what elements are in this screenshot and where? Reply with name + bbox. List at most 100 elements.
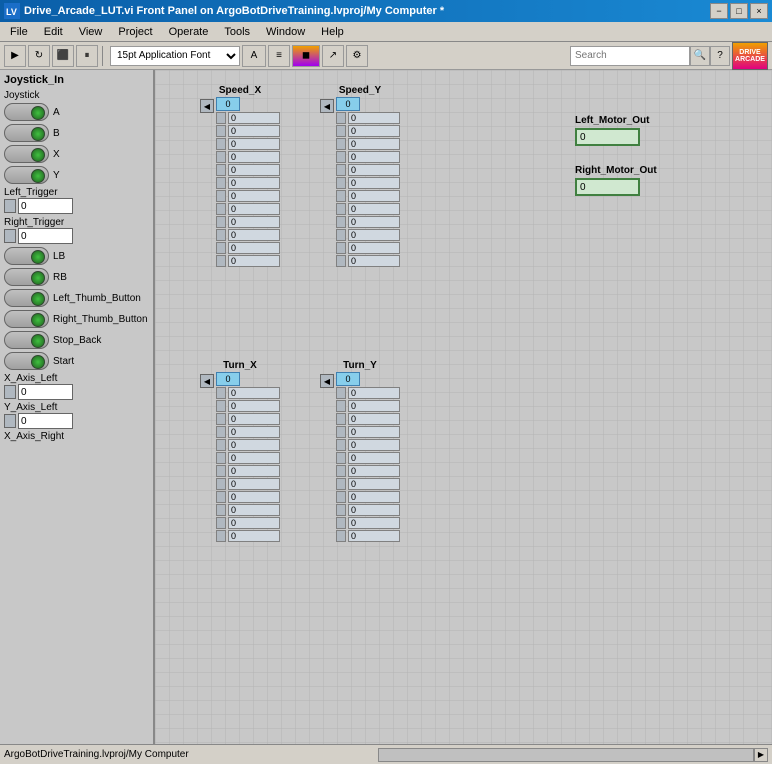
array-cell-value[interactable]: 0 bbox=[348, 491, 400, 503]
toggle-left-thumb[interactable] bbox=[4, 289, 49, 307]
toggle-right-thumb[interactable] bbox=[4, 310, 49, 328]
array-cell-value[interactable]: 0 bbox=[228, 190, 280, 202]
array-cell-value[interactable]: 0 bbox=[228, 413, 280, 425]
array-cell-value[interactable]: 0 bbox=[228, 177, 280, 189]
speed-x-scroll-left[interactable]: ◀ bbox=[200, 99, 214, 113]
array-cell-value[interactable]: 0 bbox=[228, 491, 280, 503]
array-cell-value[interactable]: 0 bbox=[228, 164, 280, 176]
run-continuously-btn[interactable]: ↻ bbox=[28, 45, 50, 67]
menu-help[interactable]: Help bbox=[313, 24, 352, 40]
toggle-start[interactable] bbox=[4, 352, 49, 370]
array-cell-value[interactable]: 0 bbox=[228, 478, 280, 490]
maximize-button[interactable]: □ bbox=[730, 3, 748, 19]
array-cell-value[interactable]: 0 bbox=[228, 439, 280, 451]
array-row-indicator bbox=[336, 530, 346, 542]
right-trigger-input[interactable] bbox=[18, 228, 73, 244]
menu-project[interactable]: Project bbox=[110, 24, 160, 40]
array-cell-value[interactable]: 0 bbox=[348, 177, 400, 189]
array-cell-value[interactable]: 0 bbox=[348, 138, 400, 150]
array-cell-value[interactable]: 0 bbox=[348, 413, 400, 425]
toggle-a[interactable] bbox=[4, 103, 49, 121]
array-cell-value[interactable]: 0 bbox=[348, 112, 400, 124]
minimize-button[interactable]: − bbox=[710, 3, 728, 19]
array-cell-value[interactable]: 0 bbox=[348, 151, 400, 163]
array-cell-value[interactable]: 0 bbox=[228, 203, 280, 215]
menu-edit[interactable]: Edit bbox=[36, 24, 71, 40]
help-button[interactable]: ? bbox=[710, 46, 730, 66]
array-cell-value[interactable]: 0 bbox=[348, 426, 400, 438]
text-size-btn[interactable]: A bbox=[242, 45, 266, 67]
array-cell-value[interactable]: 0 bbox=[228, 517, 280, 529]
toggle-x[interactable] bbox=[4, 145, 49, 163]
array-cell-value[interactable]: 0 bbox=[228, 504, 280, 516]
array-cell-value[interactable]: 0 bbox=[228, 112, 280, 124]
toggle-lb[interactable] bbox=[4, 247, 49, 265]
left-trigger-input[interactable] bbox=[18, 198, 73, 214]
list-item: 0 bbox=[216, 203, 280, 215]
run-arrow-btn[interactable]: ▶ bbox=[4, 45, 26, 67]
menu-operate[interactable]: Operate bbox=[161, 24, 217, 40]
scroll-right-btn[interactable]: ▶ bbox=[754, 748, 768, 762]
turn-x-scroll-left[interactable]: ◀ bbox=[200, 374, 214, 388]
left-trigger-label: Left_Trigger bbox=[4, 187, 149, 198]
array-row-indicator bbox=[336, 177, 346, 189]
array-cell-value[interactable]: 0 bbox=[348, 125, 400, 137]
array-cell-value[interactable]: 0 bbox=[228, 387, 280, 399]
color-btn[interactable]: ◼ bbox=[292, 45, 320, 67]
pause-btn[interactable]: ⏸ bbox=[76, 45, 98, 67]
route-btn[interactable]: ↗ bbox=[322, 45, 344, 67]
extra-btn[interactable]: ⚙ bbox=[346, 45, 368, 67]
search-input[interactable] bbox=[570, 46, 690, 66]
array-row-indicator bbox=[216, 439, 226, 451]
array-cell-value[interactable]: 0 bbox=[228, 255, 280, 267]
abort-btn[interactable]: ⬛ bbox=[52, 45, 74, 67]
array-cell-value[interactable]: 0 bbox=[348, 517, 400, 529]
array-cell-value[interactable]: 0 bbox=[348, 203, 400, 215]
menu-view[interactable]: View bbox=[71, 24, 111, 40]
menu-tools[interactable]: Tools bbox=[216, 24, 258, 40]
menu-file[interactable]: File bbox=[2, 24, 36, 40]
search-button[interactable]: 🔍 bbox=[690, 46, 710, 66]
close-button[interactable]: × bbox=[750, 3, 768, 19]
array-row-indicator bbox=[336, 400, 346, 412]
array-cell-value[interactable]: 0 bbox=[228, 530, 280, 542]
array-cell-value[interactable]: 0 bbox=[228, 229, 280, 241]
array-cell-value[interactable]: 0 bbox=[348, 164, 400, 176]
toggle-b[interactable] bbox=[4, 124, 49, 142]
left-motor-label: Left_Motor_Out bbox=[575, 115, 649, 126]
array-cell-value[interactable]: 0 bbox=[348, 478, 400, 490]
menu-window[interactable]: Window bbox=[258, 24, 313, 40]
array-cell-value[interactable]: 0 bbox=[228, 426, 280, 438]
array-cell-value[interactable]: 0 bbox=[348, 387, 400, 399]
toggle-stop-back[interactable] bbox=[4, 331, 49, 349]
array-cell-value[interactable]: 0 bbox=[348, 530, 400, 542]
array-cell-value[interactable]: 0 bbox=[228, 151, 280, 163]
array-cell-value[interactable]: 0 bbox=[348, 439, 400, 451]
turn-y-scroll-left[interactable]: ◀ bbox=[320, 374, 334, 388]
array-cell-value[interactable]: 0 bbox=[348, 465, 400, 477]
array-cell-value[interactable]: 0 bbox=[228, 125, 280, 137]
array-cell-value[interactable]: 0 bbox=[348, 216, 400, 228]
array-cell-value[interactable]: 0 bbox=[348, 229, 400, 241]
toggle-y[interactable] bbox=[4, 166, 49, 184]
array-cell-value[interactable]: 0 bbox=[348, 504, 400, 516]
array-row-indicator bbox=[336, 203, 346, 215]
array-cell-value[interactable]: 0 bbox=[348, 255, 400, 267]
array-cell-value[interactable]: 0 bbox=[348, 400, 400, 412]
array-cell-value[interactable]: 0 bbox=[348, 242, 400, 254]
y-axis-left-input[interactable] bbox=[18, 413, 73, 429]
font-selector[interactable]: 15pt Application Font bbox=[110, 46, 240, 66]
array-cell-value[interactable]: 0 bbox=[228, 138, 280, 150]
array-cell-value[interactable]: 0 bbox=[348, 190, 400, 202]
array-cell-value[interactable]: 0 bbox=[228, 400, 280, 412]
array-cell-value[interactable]: 0 bbox=[348, 452, 400, 464]
x-axis-left-input[interactable] bbox=[18, 384, 73, 400]
speed-y-scroll-left[interactable]: ◀ bbox=[320, 99, 334, 113]
toggle-rb[interactable] bbox=[4, 268, 49, 286]
horizontal-scrollbar[interactable] bbox=[378, 748, 754, 762]
array-cell-value[interactable]: 0 bbox=[228, 216, 280, 228]
text-align-btn[interactable]: ≡ bbox=[268, 45, 290, 67]
array-cell-value[interactable]: 0 bbox=[228, 452, 280, 464]
array-cell-value[interactable]: 0 bbox=[228, 242, 280, 254]
array-cell-value[interactable]: 0 bbox=[228, 465, 280, 477]
